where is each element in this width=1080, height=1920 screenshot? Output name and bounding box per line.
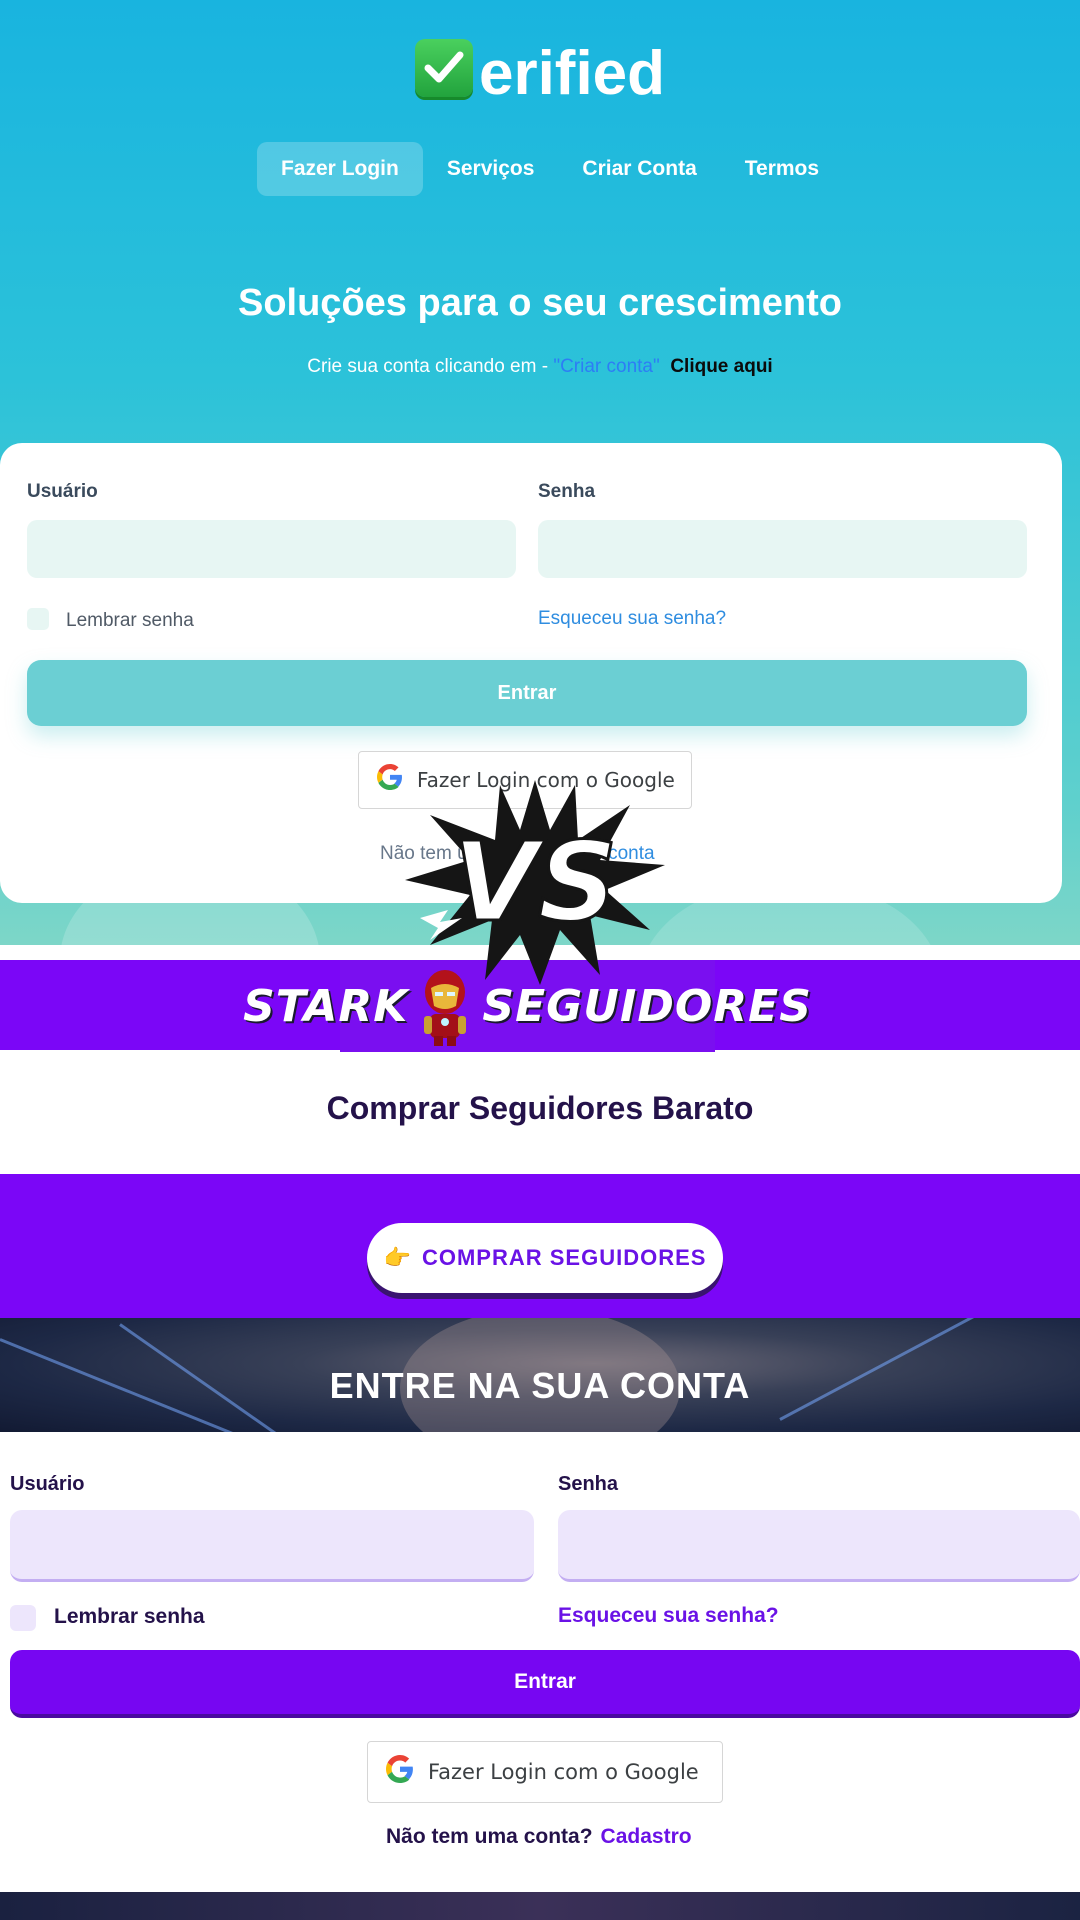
top-nav: Fazer Login Serviços Criar Conta Termos <box>257 142 843 196</box>
remember-checkbox[interactable] <box>10 1605 36 1631</box>
vs-badge: VS <box>400 770 670 990</box>
no-account-prefix: Não tem uma conta? <box>386 1825 593 1848</box>
password-input[interactable] <box>538 520 1027 578</box>
vs-text: VS <box>453 818 617 946</box>
hero-cta-link[interactable]: Clique aqui <box>670 356 772 377</box>
enter-button[interactable]: Entrar <box>10 1650 1080 1718</box>
nav-login[interactable]: Fazer Login <box>257 142 423 196</box>
no-account-text: Não tem uma conta? Cadastro <box>386 1825 692 1849</box>
remember-checkbox[interactable] <box>27 608 49 630</box>
stark-logo-left: STARK <box>243 980 409 1032</box>
brand-logo[interactable]: erified <box>0 38 1080 109</box>
google-icon <box>386 1755 414 1789</box>
pointing-hand-icon: 👉 <box>383 1245 412 1270</box>
google-login-button[interactable]: Fazer Login com o Google <box>367 1741 723 1803</box>
username-input[interactable] <box>27 520 516 578</box>
hero-sub-text: Crie sua conta clicando em - <box>307 356 554 377</box>
buy-followers-label: COMPRAR SEGUIDORES <box>421 1245 707 1270</box>
check-icon <box>414 38 473 97</box>
forgot-password-link[interactable]: Esqueceu sua senha? <box>558 1604 779 1628</box>
remember-label: Lembrar senha <box>54 1605 205 1628</box>
password-label: Senha <box>558 1473 619 1495</box>
nav-services[interactable]: Serviços <box>423 142 559 196</box>
hero-subtitle: Crie sua conta clicando em - "Criar cont… <box>0 356 1080 378</box>
forgot-password-link[interactable]: Esqueceu sua senha? <box>538 608 726 630</box>
enter-button[interactable]: Entrar <box>27 660 1027 726</box>
hero-sub-link[interactable]: "Criar conta" <box>553 356 659 377</box>
nav-create-account[interactable]: Criar Conta <box>558 142 720 196</box>
remember-label: Lembrar senha <box>66 610 194 631</box>
signup-link[interactable]: Cadastro <box>601 1825 692 1848</box>
username-label: Usuário <box>27 481 98 502</box>
buy-followers-button[interactable]: 👉 COMPRAR SEGUIDORES <box>367 1223 723 1293</box>
bottom-banner <box>0 1892 1080 1920</box>
brand-name: erified <box>478 39 666 108</box>
google-button-label: Fazer Login com o Google <box>428 1760 699 1784</box>
username-input[interactable] <box>10 1510 534 1582</box>
username-label: Usuário <box>10 1473 85 1495</box>
nav-terms[interactable]: Termos <box>721 142 843 196</box>
password-label: Senha <box>538 481 596 502</box>
password-input[interactable] <box>558 1510 1080 1582</box>
stark-title: Comprar Seguidores Barato <box>326 1090 754 1126</box>
login-title: ENTRE NA SUA CONTA <box>329 1365 751 1406</box>
hero-title: Soluções para o seu crescimento <box>237 282 842 324</box>
